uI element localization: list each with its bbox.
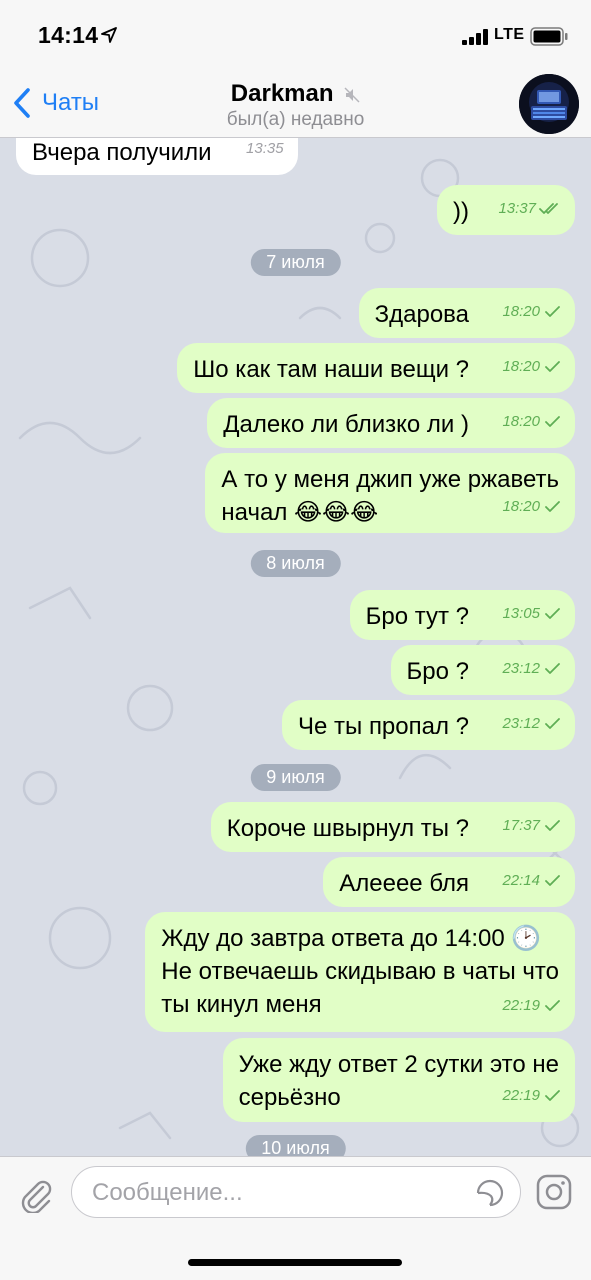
message-meta: 18:20 — [502, 490, 561, 523]
avatar[interactable] — [519, 74, 579, 134]
message-field[interactable] — [71, 1166, 521, 1218]
location-arrow-icon — [101, 27, 117, 43]
date-separator: 7 июля — [0, 249, 591, 276]
message-row: Короче швырнул ты ? 17:37 — [0, 802, 591, 852]
checkmark-icon — [543, 360, 561, 373]
contact-name: Darkman — [230, 80, 334, 107]
message-meta: 18:20 — [502, 350, 561, 383]
outgoing-message[interactable]: Бро тут ? 13:05 — [349, 590, 575, 640]
outgoing-message[interactable]: Шо как там наши вещи ? 18:20 — [177, 343, 575, 393]
message-row: А то у меня джип уже ржаветь начал 😂😂😂 18:… — [0, 453, 591, 533]
message-input[interactable] — [92, 1177, 462, 1209]
checkmark-icon — [543, 305, 561, 318]
message-time: 18:20 — [502, 498, 540, 515]
date-pill: 9 июля — [250, 764, 341, 791]
nav-bar: Чаты Darkman был(а) недавно — [0, 72, 591, 138]
checkmark-icon — [543, 999, 561, 1012]
message-row: Алееее бля 22:14 — [0, 857, 591, 907]
message-row: Далеко ли близко ли ) 18:20 — [0, 398, 591, 448]
outgoing-message[interactable]: Алееее бля 22:14 — [323, 857, 575, 907]
outgoing-message[interactable]: Че ты пропал ? 23:12 — [282, 700, 575, 750]
message-row: Че ты пропал ? 23:12 — [0, 700, 591, 750]
status-time: 14:14 — [38, 22, 99, 48]
date-separator: 8 июля — [0, 550, 591, 577]
outgoing-message[interactable]: Здарова 18:20 — [358, 288, 575, 338]
message-meta: 22:14 — [502, 864, 561, 897]
message-text: Вчера получили — [32, 139, 212, 166]
message-time: 23:12 — [502, 660, 540, 677]
incoming-message[interactable]: Вчера получили 13:35 — [16, 138, 298, 175]
message-meta: 23:12 — [502, 652, 561, 685]
checkmark-icon — [543, 415, 561, 428]
checkmark-icon — [543, 1089, 561, 1102]
message-row: Вчера получили 13:35 — [0, 138, 591, 175]
message-meta: 13:05 — [502, 597, 561, 630]
message-row: Бро тут ? 13:05 — [0, 590, 591, 640]
network-type: LTE — [494, 26, 525, 43]
message-meta: 13:37 — [498, 192, 561, 225]
camera-icon[interactable] — [535, 1173, 573, 1211]
message-time: 22:14 — [502, 872, 540, 889]
outgoing-message[interactable]: Далеко ли близко ли ) 18:20 — [207, 398, 575, 448]
message-text: Уже жду ответ 2 сутки это не — [238, 1051, 559, 1078]
checkmark-icon — [543, 717, 561, 730]
chat-title[interactable]: Darkman — [0, 80, 591, 108]
home-indicator — [188, 1259, 402, 1266]
message-row: Жду до завтра ответа до 14:00 🕑 Не отвеча… — [0, 912, 591, 1032]
message-meta: 22:19 — [502, 989, 561, 1022]
message-meta: 13:35 — [246, 138, 284, 165]
message-meta: 17:37 — [502, 809, 561, 842]
message-row: Здарова 18:20 — [0, 288, 591, 338]
checkmark-icon — [543, 662, 561, 675]
message-list[interactable]: Вчера получили 13:35 )) 13:37 7 июля Здарова 1… — [0, 138, 591, 1156]
avatar-image — [519, 74, 579, 134]
outgoing-message[interactable]: А то у меня джип уже ржаветь начал 😂😂😂 18:… — [205, 453, 575, 533]
message-time: 18:20 — [502, 358, 540, 375]
message-text: Не отвечаешь скидываю в чаты что — [161, 958, 559, 985]
checkmark-icon — [543, 607, 561, 620]
battery-icon — [530, 27, 568, 46]
message-time: 13:35 — [246, 140, 284, 157]
message-time: 13:05 — [502, 605, 540, 622]
outgoing-message[interactable]: )) 13:37 — [437, 185, 575, 235]
message-meta: 18:20 — [502, 295, 561, 328]
outgoing-message[interactable]: Бро ? 23:12 — [390, 645, 575, 695]
message-time: 22:19 — [502, 997, 540, 1014]
outgoing-message[interactable]: Жду до завтра ответа до 14:00 🕑 Не отвеча… — [145, 912, 575, 1032]
contact-status: был(а) недавно — [226, 109, 365, 130]
message-time: 22:19 — [502, 1087, 540, 1104]
checkmark-icon — [543, 874, 561, 887]
date-pill: 8 июля — [250, 550, 341, 577]
message-row: Шо как там наши вещи ? 18:20 — [0, 343, 591, 393]
status-bar: 14:14 LTE — [0, 0, 591, 72]
mute-icon — [344, 87, 360, 103]
double-checkmark-icon — [539, 202, 561, 215]
outgoing-message[interactable]: Короче швырнул ты ? 17:37 — [210, 802, 575, 852]
sticker-icon[interactable] — [474, 1177, 506, 1209]
checkmark-icon — [543, 500, 561, 513]
message-time: 23:12 — [502, 715, 540, 732]
paperclip-icon[interactable] — [16, 1175, 54, 1213]
message-row: Уже жду ответ 2 сутки это не серьёзно 22:1… — [0, 1038, 591, 1122]
message-time: 17:37 — [502, 817, 540, 834]
message-text: ты кинул меня — [161, 991, 322, 1018]
message-row: )) 13:37 — [0, 185, 591, 235]
message-row: Бро ? 23:12 — [0, 645, 591, 695]
message-meta: 22:19 — [502, 1079, 561, 1112]
message-time: 13:37 — [498, 200, 536, 217]
date-pill: 7 июля — [250, 249, 341, 276]
message-time: 18:20 — [502, 413, 540, 430]
message-time: 18:20 — [502, 303, 540, 320]
message-meta: 18:20 — [502, 405, 561, 438]
outgoing-message[interactable]: Уже жду ответ 2 сутки это не серьёзно 22:1… — [222, 1038, 575, 1122]
message-text: Жду до завтра ответа до 14:00 🕑 — [161, 925, 542, 952]
signal-icon — [462, 29, 488, 45]
date-separator: 9 июля — [0, 764, 591, 791]
checkmark-icon — [543, 819, 561, 832]
date-separator: 10 июля — [0, 1135, 591, 1156]
date-pill: 10 июля — [245, 1135, 346, 1156]
message-meta: 23:12 — [502, 707, 561, 740]
